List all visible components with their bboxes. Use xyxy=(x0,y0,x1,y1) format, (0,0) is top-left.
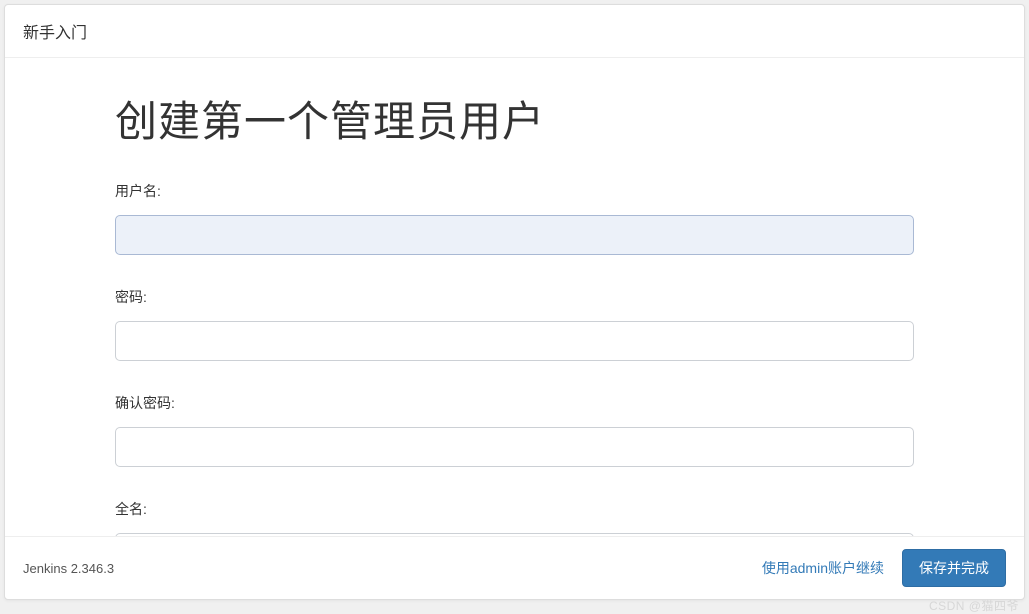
watermark-text: CSDN @猫四爷 xyxy=(929,597,1019,614)
modal-header: 新手入门 xyxy=(5,5,1024,58)
save-and-finish-button[interactable]: 保存并完成 xyxy=(902,549,1006,587)
footer-actions: 使用admin账户继续 保存并完成 xyxy=(762,549,1006,587)
confirm-password-input[interactable] xyxy=(115,427,914,467)
fullname-input[interactable] xyxy=(115,533,914,536)
confirm-password-label: 确认密码: xyxy=(115,393,914,413)
version-text: Jenkins 2.346.3 xyxy=(23,561,114,576)
form-group-password: 密码: xyxy=(115,287,914,361)
form-container: 创建第一个管理员用户 用户名: 密码: 确认密码: 全名: xyxy=(5,58,1024,536)
form-group-username: 用户名: xyxy=(115,181,914,255)
fullname-label: 全名: xyxy=(115,499,914,519)
modal-footer: Jenkins 2.346.3 使用admin账户继续 保存并完成 xyxy=(5,536,1024,599)
form-group-confirm-password: 确认密码: xyxy=(115,393,914,467)
page-title: 创建第一个管理员用户 xyxy=(115,88,914,149)
username-label: 用户名: xyxy=(115,181,914,201)
password-input[interactable] xyxy=(115,321,914,361)
modal-title: 新手入门 xyxy=(23,25,87,42)
modal-body[interactable]: 创建第一个管理员用户 用户名: 密码: 确认密码: 全名: xyxy=(5,58,1024,536)
setup-wizard-modal: 新手入门 创建第一个管理员用户 用户名: 密码: 确认密码: 全名: Jen xyxy=(4,4,1025,600)
form-group-fullname: 全名: xyxy=(115,499,914,536)
password-label: 密码: xyxy=(115,287,914,307)
username-input[interactable] xyxy=(115,215,914,255)
skip-admin-button[interactable]: 使用admin账户继续 xyxy=(762,558,884,578)
